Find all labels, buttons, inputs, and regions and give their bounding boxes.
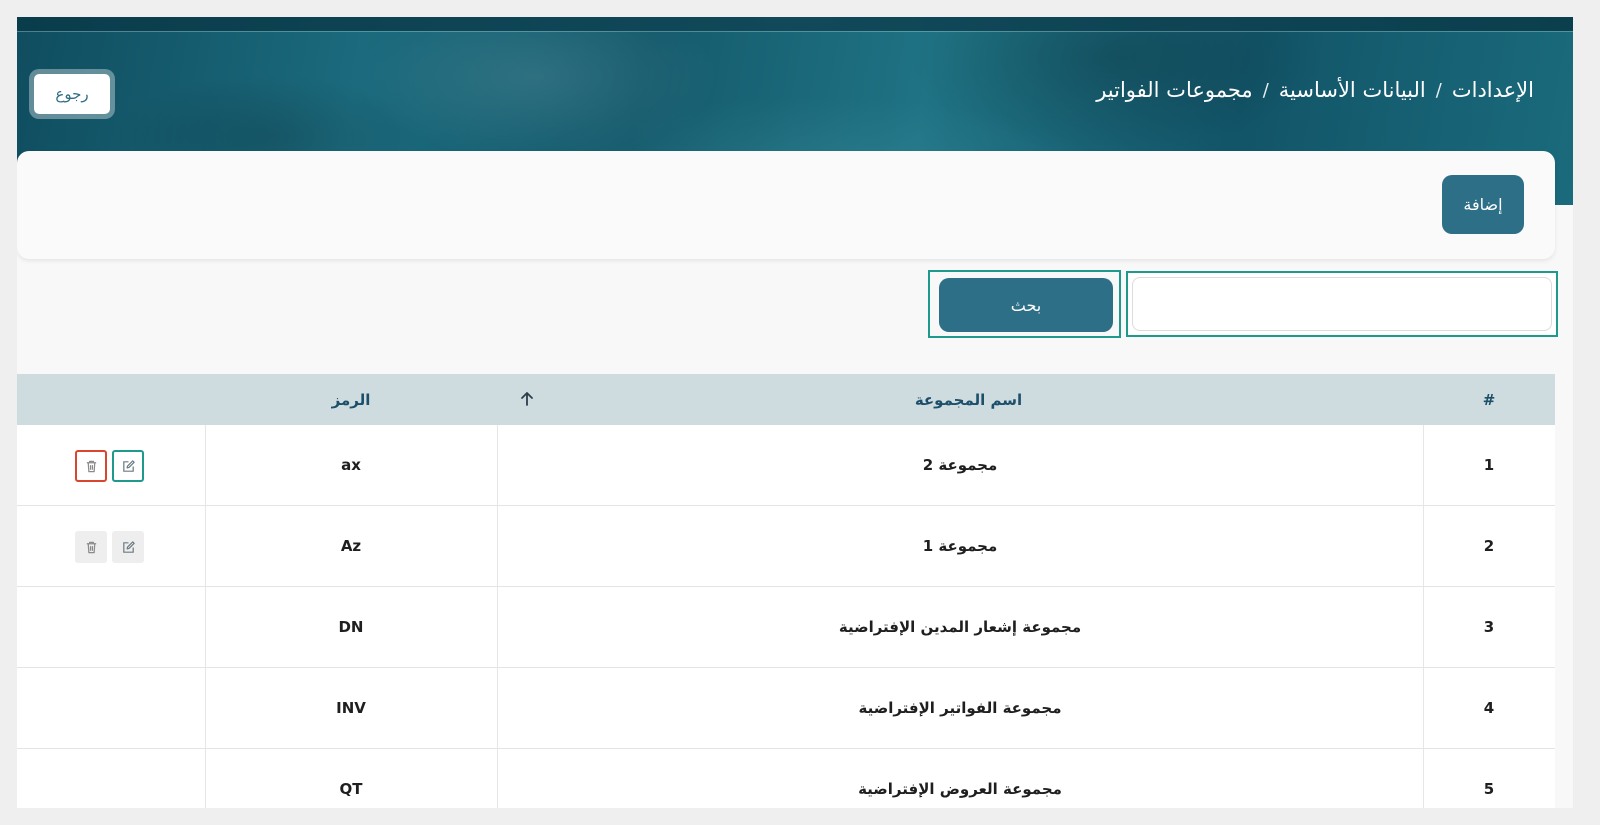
cell-index: 1 — [1483, 456, 1495, 474]
table-row: QT مجموعة العروض الإفتراضية 5 — [17, 749, 1555, 808]
delete-button[interactable] — [75, 531, 107, 563]
search-button[interactable]: بحث — [939, 278, 1113, 332]
cell-index: 4 — [1483, 699, 1495, 717]
table-header: # اسم المجموعة الرمز — [17, 374, 1555, 425]
cell-name: مجموعة العروض الإفتراضية — [858, 780, 1062, 798]
cell-code: Az — [340, 537, 362, 555]
back-button[interactable]: رجوع — [29, 69, 115, 119]
table-row: ax مجموعة 2 1 — [17, 425, 1555, 506]
breadcrumb-basic-data[interactable]: البيانات الأساسية — [1279, 78, 1426, 102]
edit-button[interactable] — [112, 531, 144, 563]
edit-button[interactable] — [112, 450, 144, 482]
arrow-up-icon[interactable] — [517, 389, 537, 409]
cell-name: مجموعة إشعار المدين الإفتراضية — [838, 618, 1082, 636]
breadcrumb-invoice-groups: مجموعات الفواتير — [1096, 78, 1253, 102]
column-header-index: # — [1482, 390, 1496, 409]
delete-button[interactable] — [75, 450, 107, 482]
breadcrumb: الإعدادات / البيانات الأساسية / مجموعات … — [1096, 74, 1534, 106]
cell-code: ax — [341, 456, 361, 474]
breadcrumb-settings[interactable]: الإعدادات — [1452, 78, 1534, 102]
trash-icon — [86, 541, 96, 553]
breadcrumb-separator: / — [1262, 79, 1269, 101]
cell-name: مجموعة 1 — [922, 537, 998, 555]
trash-icon — [86, 460, 96, 472]
cell-code: INV — [336, 699, 366, 717]
edit-icon — [122, 459, 135, 472]
search-button-wrapper: بحث — [928, 270, 1121, 338]
cell-index: 5 — [1483, 780, 1495, 798]
cell-index: 3 — [1483, 618, 1495, 636]
column-header-name[interactable]: اسم المجموعة — [514, 374, 1423, 425]
cell-name: مجموعة 2 — [922, 456, 998, 474]
toolbar-card: إضافة — [17, 151, 1555, 259]
cell-code: DN — [338, 618, 364, 636]
cell-code: QT — [339, 780, 363, 798]
cell-index: 2 — [1483, 537, 1495, 555]
table-row: INV مجموعة الفواتير الإفتراضية 4 — [17, 668, 1555, 749]
breadcrumb-separator: / — [1435, 79, 1442, 101]
cell-name: مجموعة الفواتير الإفتراضية — [858, 699, 1062, 717]
column-header-code[interactable]: الرمز — [205, 374, 497, 425]
edit-icon — [122, 540, 135, 553]
search-field-wrapper — [1126, 271, 1558, 337]
add-button[interactable]: إضافة — [1442, 175, 1524, 234]
table-row: DN مجموعة إشعار المدين الإفتراضية 3 — [17, 587, 1555, 668]
page-frame: رجوع الإعدادات / البيانات الأساسية / مجم… — [17, 17, 1573, 808]
search-input[interactable] — [1132, 277, 1552, 331]
table-row: Az مجموعة 1 2 — [17, 506, 1555, 587]
